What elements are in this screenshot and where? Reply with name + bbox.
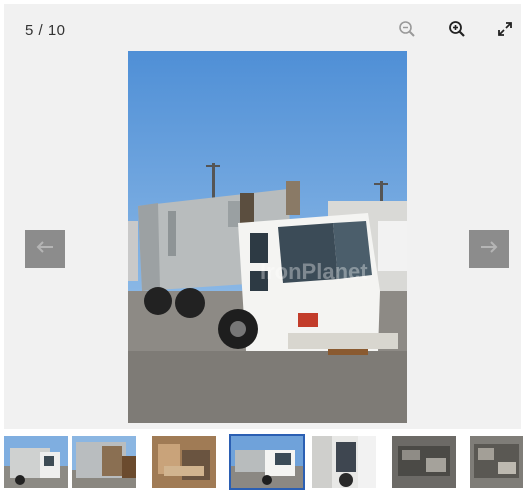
zoom-in-button[interactable] bbox=[444, 18, 470, 44]
thumbnail-3[interactable] bbox=[152, 436, 216, 488]
main-image[interactable]: IronPlanet bbox=[128, 51, 407, 423]
image-counter: 5 / 10 bbox=[25, 22, 66, 39]
fullscreen-button[interactable] bbox=[492, 18, 518, 44]
thumbnail-4[interactable] bbox=[229, 434, 305, 490]
previous-image-button[interactable] bbox=[25, 230, 65, 268]
image-viewer: 5 / 10 IronPlanet bbox=[4, 4, 521, 429]
expand-icon bbox=[496, 20, 514, 43]
watermark: IronPlanet bbox=[260, 259, 368, 284]
arrow-left-icon bbox=[35, 240, 55, 259]
zoom-in-icon bbox=[448, 20, 466, 43]
thumbnail-1[interactable] bbox=[4, 436, 68, 488]
thumbnail-7[interactable] bbox=[470, 436, 523, 488]
zoom-out-button[interactable] bbox=[394, 18, 420, 44]
arrow-right-icon bbox=[479, 240, 499, 259]
thumbnail-strip bbox=[0, 434, 523, 491]
thumbnail-5[interactable] bbox=[312, 436, 376, 488]
zoom-out-icon bbox=[398, 20, 416, 43]
thumbnail-2[interactable] bbox=[72, 436, 136, 488]
thumbnail-6[interactable] bbox=[392, 436, 456, 488]
next-image-button[interactable] bbox=[469, 230, 509, 268]
